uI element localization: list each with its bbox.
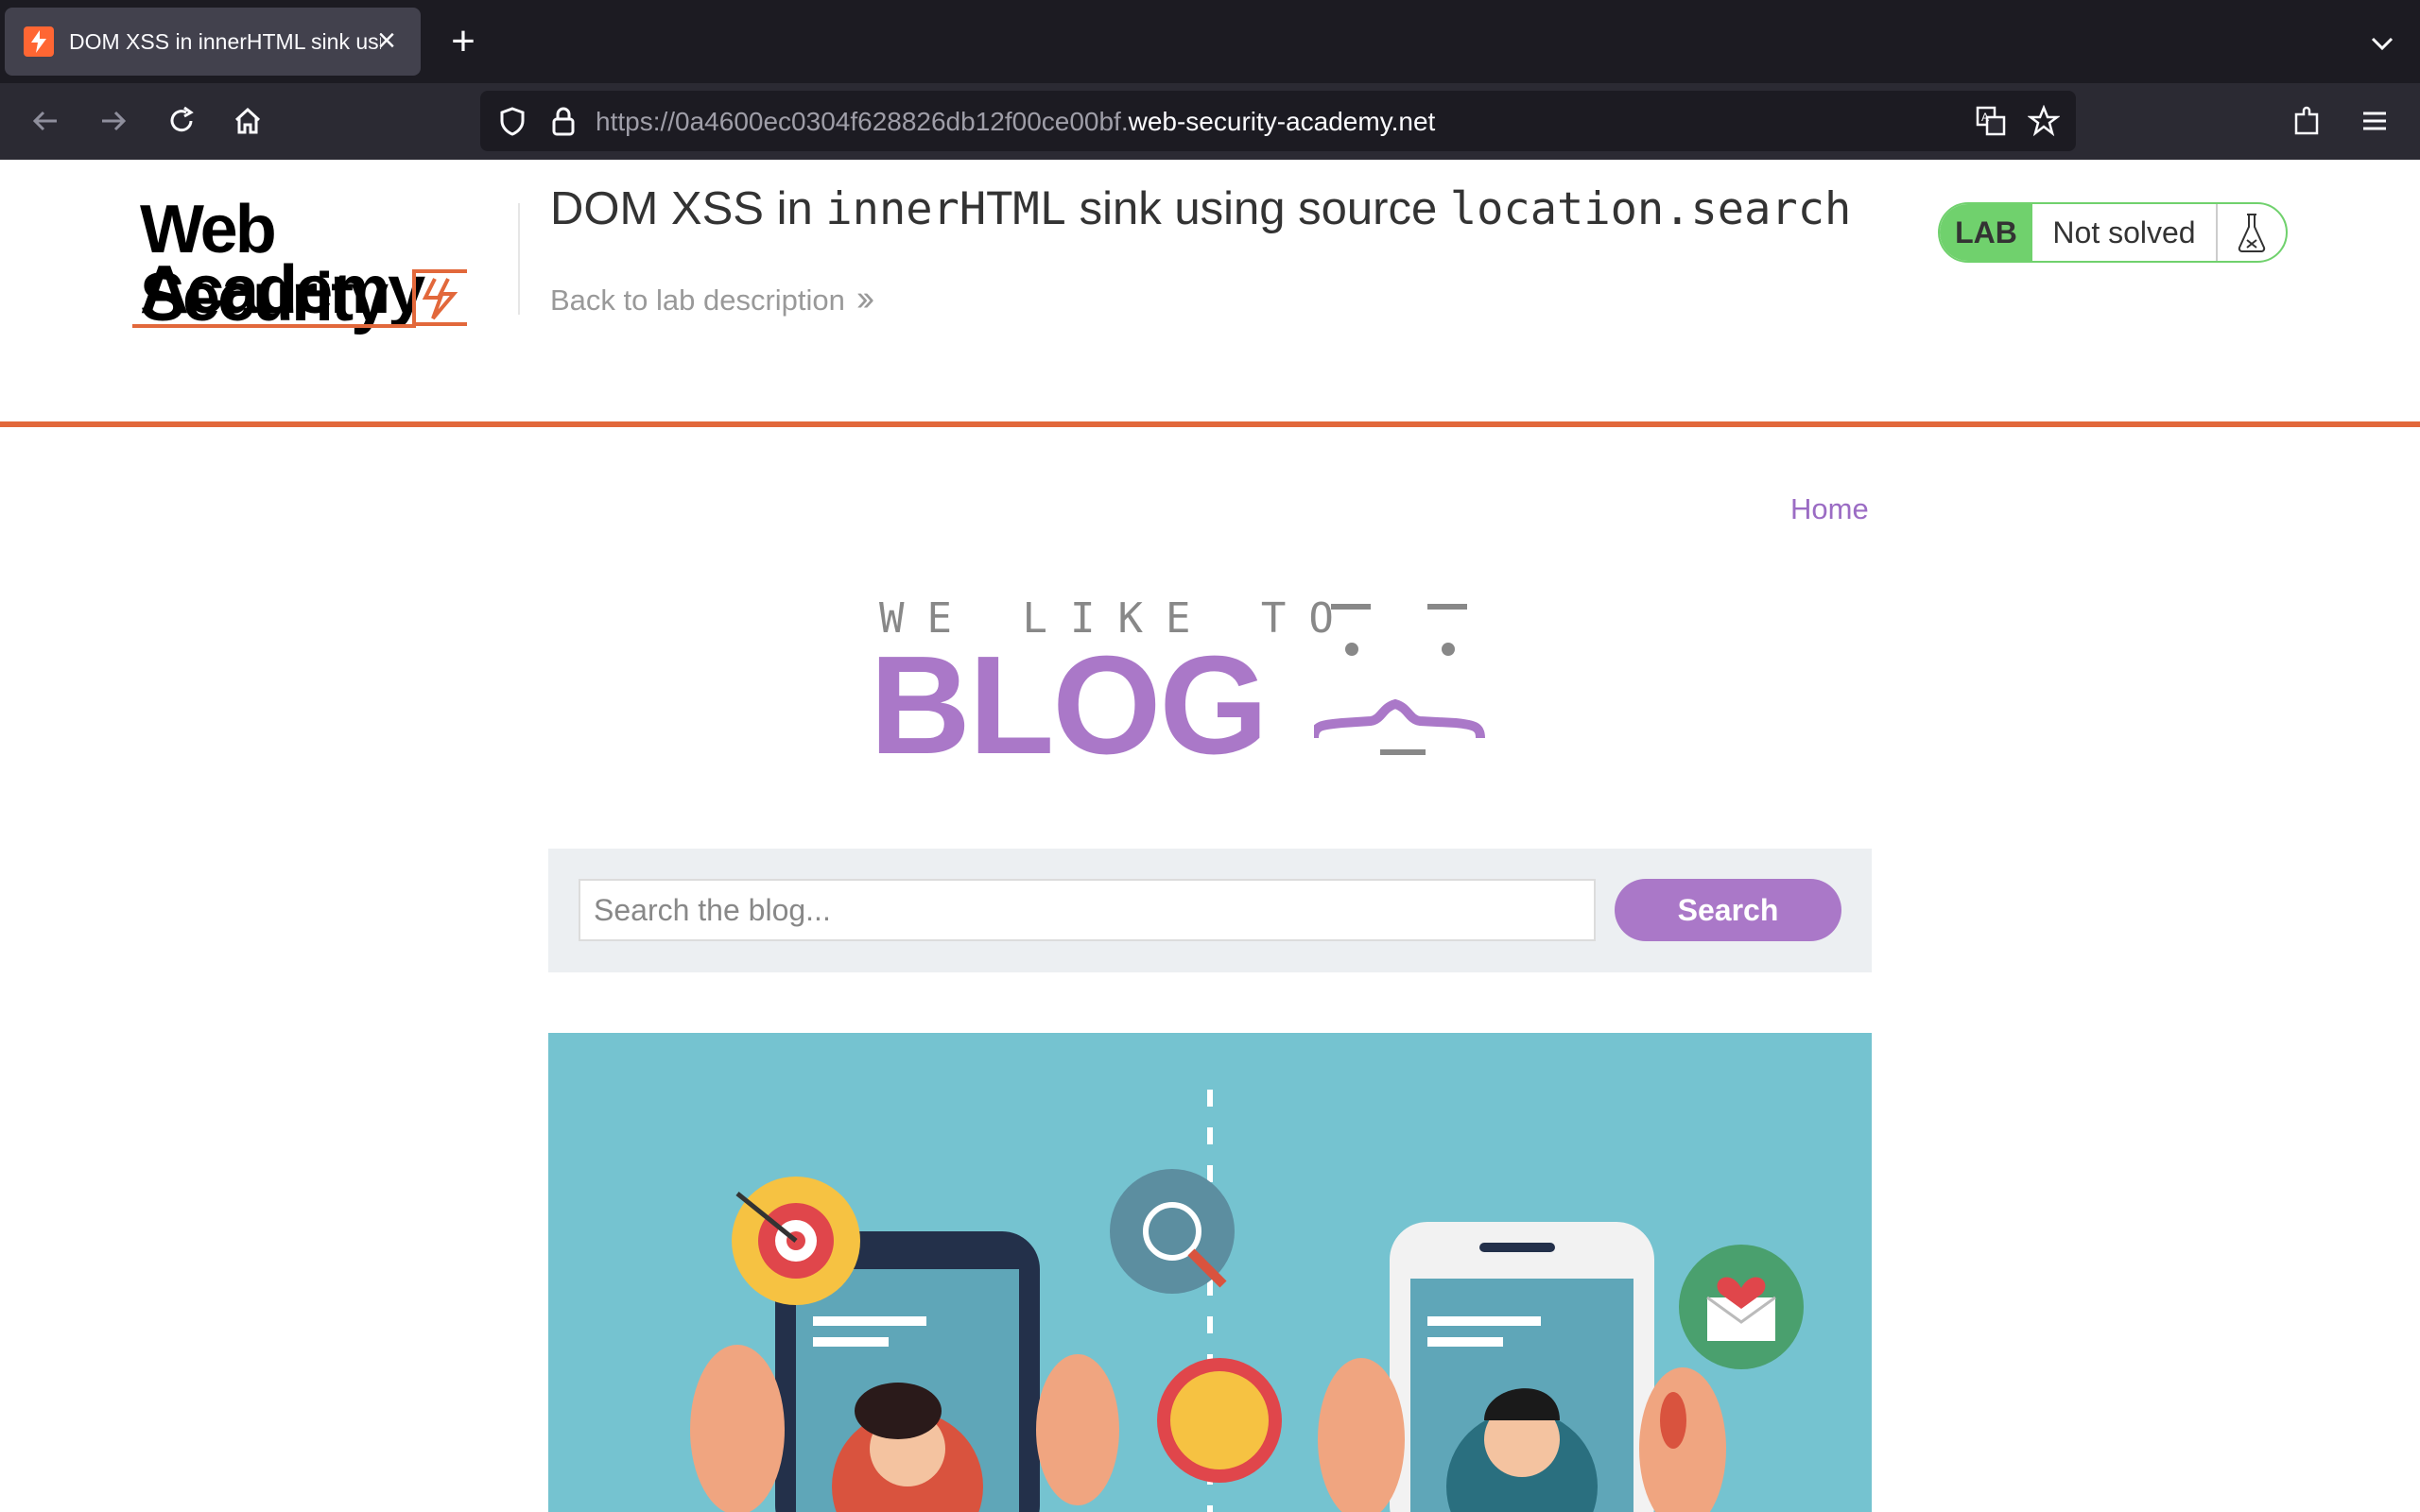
portswigger-favicon-icon: [24, 26, 54, 57]
forward-arrow-icon[interactable]: [91, 98, 136, 144]
url-text[interactable]: https://0a4600ec0304f628826db12f00ce00bf…: [596, 107, 1435, 137]
app-menu-icon[interactable]: [2352, 98, 2397, 144]
search-panel: Search: [548, 849, 1872, 972]
double-chevron-right-icon: ››: [856, 279, 874, 318]
back-arrow-icon[interactable]: [23, 98, 68, 144]
logo-bolt-icon: [412, 269, 467, 326]
lab-status-text: Not solved: [2032, 204, 2218, 261]
academy-header: Web Security Academy DOM XSS in innerHTM…: [0, 160, 2420, 427]
header-divider: [518, 203, 520, 315]
lab-badge: LAB: [1940, 204, 2032, 261]
navigation-toolbar: https://0a4600ec0304f628826db12f00ce00bf…: [0, 83, 2420, 160]
back-to-lab-description-link[interactable]: Back to lab description ››: [550, 279, 874, 319]
blog-post-image[interactable]: [548, 1033, 1872, 1512]
web-security-academy-logo[interactable]: Web Security Academy: [132, 196, 520, 332]
close-tab-icon[interactable]: ×: [370, 25, 404, 59]
home-icon[interactable]: [225, 98, 270, 144]
reload-icon[interactable]: [159, 98, 204, 144]
tracking-protection-shield-icon[interactable]: [495, 104, 529, 138]
search-input[interactable]: [579, 879, 1596, 941]
svg-text:A: A: [1981, 111, 1989, 124]
address-bar[interactable]: https://0a4600ec0304f628826db12f00ce00bf…: [480, 91, 2076, 151]
tab-bar: DOM XSS in innerHTML sink usi × +: [0, 0, 2420, 83]
bookmark-star-icon[interactable]: [2027, 104, 2061, 138]
extensions-icon[interactable]: [2284, 98, 2329, 144]
browser-tab-active[interactable]: DOM XSS in innerHTML sink usi ×: [5, 8, 421, 76]
blog-face-icon: [1314, 604, 1485, 755]
logo-line-2: Academy: [140, 252, 425, 328]
home-link[interactable]: Home: [1790, 492, 1869, 526]
search-button[interactable]: Search: [1615, 879, 1841, 941]
logo-underline: [132, 324, 416, 328]
lab-title: DOM XSS in innerHTML sink using source l…: [550, 183, 1852, 235]
lab-status-widget: LAB Not solved: [1938, 202, 2288, 263]
translate-icon[interactable]: A: [1974, 104, 2008, 138]
lock-icon[interactable]: [546, 104, 580, 138]
web-page: Web Security Academy DOM XSS in innerHTM…: [0, 160, 2420, 1512]
flask-icon: [2218, 204, 2286, 261]
blog-word: BLOG: [870, 627, 1269, 783]
dating-app-illustration: [548, 1033, 1872, 1512]
new-tab-button[interactable]: +: [444, 21, 482, 62]
list-all-tabs-icon[interactable]: [2363, 25, 2401, 62]
tab-title: DOM XSS in innerHTML sink usi: [69, 28, 381, 54]
